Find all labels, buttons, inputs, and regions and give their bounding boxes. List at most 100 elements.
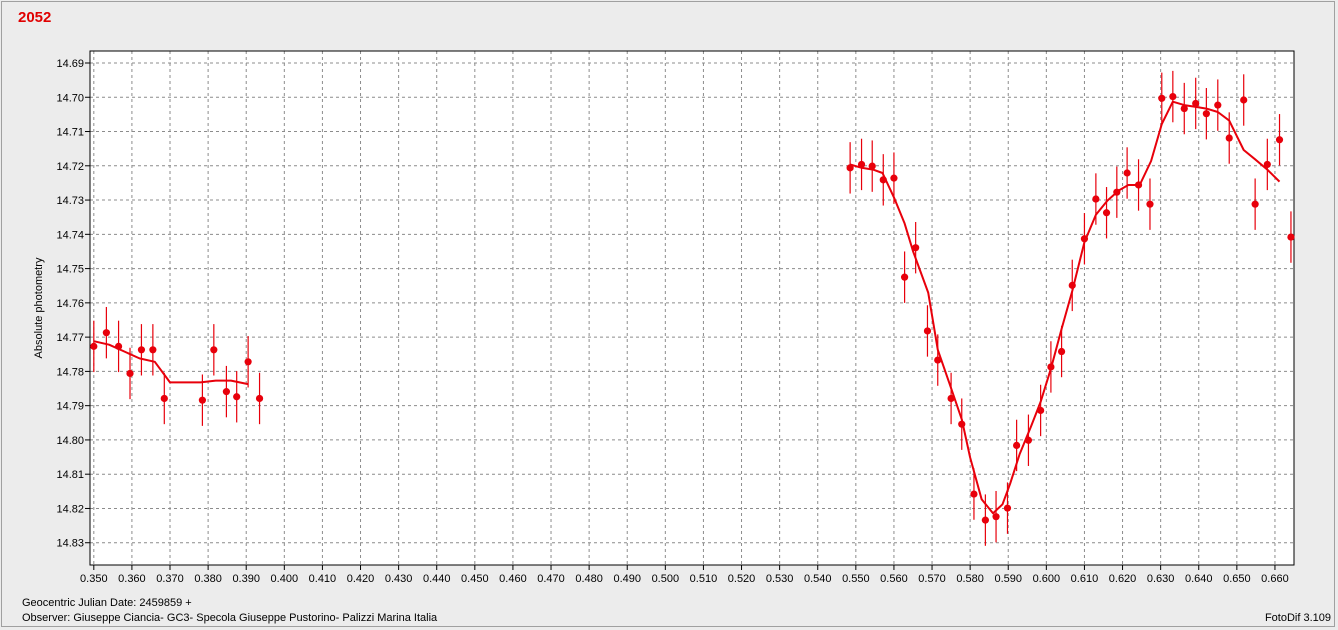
software-label: FotoDif 3.109 [1264, 612, 1331, 624]
x-tick-label: 0.500 [652, 573, 680, 585]
x-tick-label: 0.610 [1071, 573, 1099, 585]
plot-area [90, 51, 1294, 565]
x-tick-label: 0.590 [994, 573, 1022, 585]
y-tick-label: 14.80 [56, 435, 84, 447]
data-point [923, 327, 932, 335]
data-point [857, 160, 866, 169]
data-point [102, 329, 110, 337]
x-tick-label: 0.400 [271, 573, 299, 585]
data-point [114, 342, 123, 350]
data-point [868, 162, 876, 170]
x-tick-label: 0.420 [347, 573, 375, 585]
x-tick-label: 0.650 [1223, 573, 1251, 585]
data-point [1251, 200, 1259, 208]
x-tick-label: 0.450 [461, 573, 489, 585]
x-tick-label: 0.640 [1185, 573, 1213, 585]
x-tick-label: 0.350 [80, 573, 108, 585]
data-point [1102, 209, 1111, 217]
y-axis-label: Absolute photometry [33, 257, 45, 358]
data-point [981, 516, 989, 524]
data-point [1092, 195, 1100, 203]
data-point [222, 388, 231, 396]
data-point [958, 420, 966, 428]
data-point [244, 358, 252, 366]
data-point [210, 346, 218, 354]
x-tick-label: 0.410 [309, 573, 337, 585]
data-point [255, 394, 264, 403]
data-point [879, 176, 887, 184]
y-tick-label: 14.79 [56, 401, 84, 413]
data-point [137, 346, 146, 354]
x-tick-label: 0.440 [423, 573, 451, 585]
data-point [1158, 94, 1166, 102]
data-point [1146, 200, 1154, 208]
data-point [126, 369, 134, 378]
y-tick-label: 14.70 [56, 92, 84, 104]
data-point [1013, 441, 1021, 450]
y-tick-label: 14.75 [56, 264, 84, 276]
x-tick-label: 0.660 [1261, 573, 1289, 585]
data-point [1225, 134, 1233, 142]
data-point [846, 164, 854, 172]
y-tick-label: 14.82 [56, 503, 84, 515]
data-point [912, 244, 920, 252]
y-tick-label: 14.76 [56, 298, 84, 310]
x-tick-label: 0.460 [499, 573, 527, 585]
data-point [947, 394, 955, 403]
x-tick-label: 0.430 [385, 573, 413, 585]
data-point [1068, 281, 1076, 289]
x-tick-label: 0.390 [232, 573, 260, 585]
x-tick-label: 0.560 [880, 573, 908, 585]
y-tick-label: 14.74 [56, 229, 84, 241]
x-tick-label: 0.370 [156, 573, 184, 585]
x-tick-label: 0.490 [613, 573, 641, 585]
data-point [198, 396, 206, 404]
data-point [160, 394, 168, 403]
x-tick-label: 0.540 [804, 573, 832, 585]
data-point [90, 342, 98, 350]
x-tick-label: 0.580 [956, 573, 984, 585]
data-point [1169, 92, 1177, 101]
data-point [1113, 188, 1121, 196]
data-point [1134, 181, 1143, 189]
data-point [970, 490, 978, 498]
data-point [1180, 104, 1188, 113]
data-point [901, 273, 909, 281]
y-tick-label: 14.72 [56, 161, 84, 173]
julian-date-label: Geocentric Julian Date: 2459859 + [22, 597, 192, 609]
y-tick-label: 14.69 [56, 58, 84, 70]
data-point [1047, 363, 1055, 371]
data-point [1240, 96, 1248, 104]
data-point [1123, 169, 1131, 177]
y-tick-label: 14.71 [56, 127, 84, 139]
y-tick-label: 14.77 [56, 332, 84, 344]
x-tick-label: 0.520 [728, 573, 756, 585]
x-tick-label: 0.620 [1109, 573, 1137, 585]
y-tick-label: 14.78 [56, 366, 84, 378]
data-point [1202, 110, 1210, 118]
x-tick-label: 0.480 [575, 573, 603, 585]
data-point [1024, 436, 1033, 444]
data-point [149, 346, 157, 354]
x-tick-label: 0.470 [537, 573, 565, 585]
x-tick-label: 0.380 [194, 573, 222, 585]
y-tick-label: 14.73 [56, 195, 84, 207]
data-point [1057, 347, 1066, 356]
y-tick-label: 14.81 [56, 469, 84, 481]
data-point [1275, 136, 1284, 144]
x-tick-label: 0.600 [1033, 573, 1061, 585]
x-tick-label: 0.360 [118, 573, 146, 585]
data-point [1037, 406, 1045, 415]
data-point [1214, 101, 1222, 109]
data-point [1287, 233, 1295, 241]
data-point [890, 174, 898, 182]
data-point [1003, 504, 1012, 512]
x-tick-label: 0.630 [1147, 573, 1175, 585]
x-tick-label: 0.530 [766, 573, 794, 585]
data-point [992, 513, 1000, 521]
light-curve-plot: 0.350 0.360 0.370 0.380 0.390 0.400 0.410 0.420… [33, 50, 1295, 585]
x-tick-label: 0.510 [690, 573, 718, 585]
data-point [233, 393, 241, 401]
observer-label: Observer: Giuseppe Ciancia- GC3- Specola… [22, 612, 438, 624]
data-point [934, 356, 942, 364]
